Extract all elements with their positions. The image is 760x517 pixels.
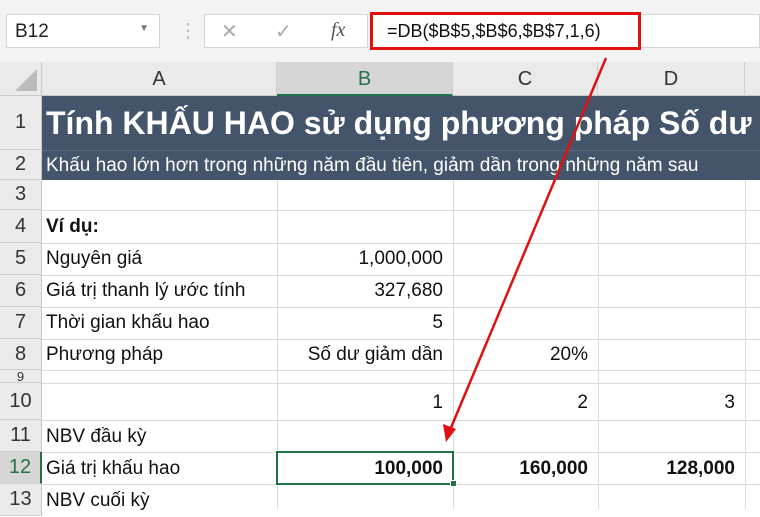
annotation-arrow bbox=[443, 57, 608, 442]
